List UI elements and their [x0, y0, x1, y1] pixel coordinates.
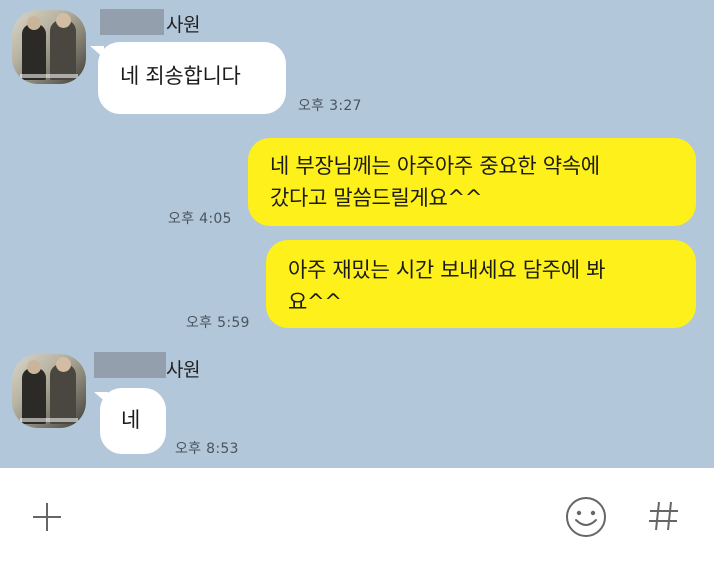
- message-bubble[interactable]: 아주 재밌는 시간 보내세요 담주에 봐 요^^: [266, 240, 696, 328]
- message-text: 네 죄송합니다: [120, 64, 241, 88]
- message-time: 오후 3:27: [298, 98, 362, 114]
- message-input-bar[interactable]: [0, 468, 714, 573]
- chat-area: 사원 네 죄송합니다 오후 3:27 네 부장님께는 아주아주 중요한 약속에 …: [0, 0, 714, 468]
- message-time: 오후 8:53: [175, 441, 239, 457]
- plus-icon[interactable]: [30, 500, 64, 538]
- message-bubble[interactable]: 네 죄송합니다: [98, 42, 286, 114]
- message-bubble[interactable]: 네: [100, 388, 166, 454]
- sender-avatar[interactable]: [12, 354, 86, 428]
- message-bubble[interactable]: 네 부장님께는 아주아주 중요한 약속에 갔다고 말씀드릴게요^^: [248, 138, 696, 226]
- message-time: 오후 4:05: [168, 211, 232, 227]
- hash-icon[interactable]: [646, 498, 682, 538]
- sender-name-redacted: [100, 9, 164, 35]
- message-text-line: 요^^: [288, 290, 342, 314]
- message-time: 오후 5:59: [186, 315, 250, 331]
- sender-avatar[interactable]: [12, 10, 86, 84]
- sender-name-redacted: [94, 352, 166, 378]
- sender-name: 사원: [166, 14, 200, 36]
- message-text: 네: [121, 408, 141, 432]
- message-text-line: 네 부장님께는 아주아주 중요한 약속에: [270, 154, 600, 178]
- sender-name: 사원: [166, 359, 200, 381]
- message-text-line: 갔다고 말씀드릴게요^^: [270, 186, 483, 210]
- smile-icon[interactable]: [563, 494, 609, 544]
- message-text-line: 아주 재밌는 시간 보내세요 담주에 봐: [288, 258, 606, 282]
